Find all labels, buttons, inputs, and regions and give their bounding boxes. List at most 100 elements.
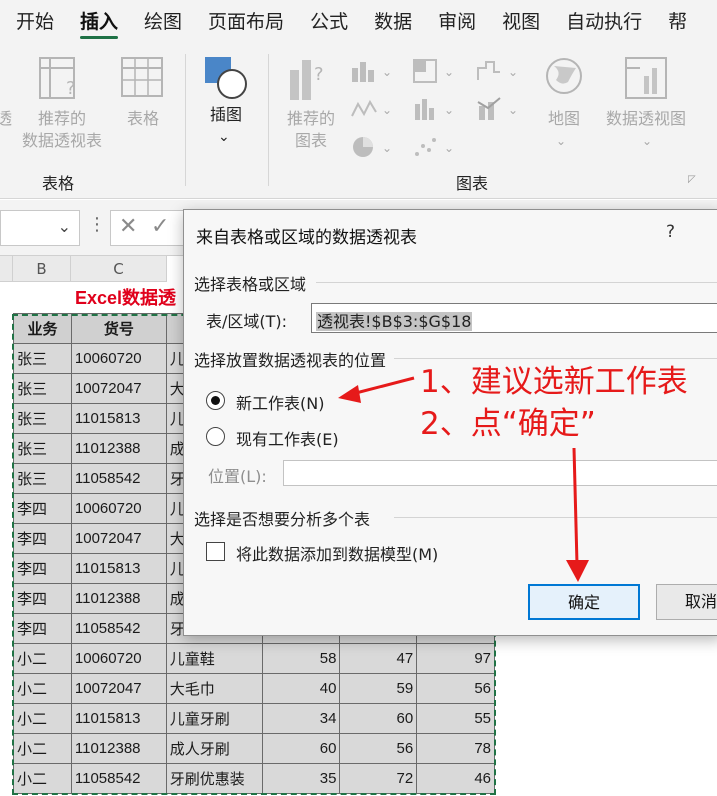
sheet-title: Excel数据透 [75,288,177,308]
excel-window: 开始 插入 绘图 页面布局 公式 数据 审阅 视图 自动执行 帮 透 ? 推荐的… [0,0,717,796]
table-cell[interactable]: 11012388 [70,433,167,464]
waterfall-chart-icon[interactable]: ⌄ [476,58,520,84]
table-cell[interactable]: 11058542 [70,463,167,494]
table-cell[interactable]: 大毛巾 [165,673,263,704]
table-cell[interactable]: 11015813 [70,403,167,434]
ok-button[interactable]: 确定 [528,584,640,620]
table-cell[interactable]: 58 [261,643,341,674]
table-cell[interactable]: 55 [416,703,495,734]
range-label: 表/区域(T): [206,312,288,331]
hierarchy-chart-icon[interactable]: ⌄ [412,58,456,84]
illustrations-button[interactable]: 插图 [200,104,252,126]
table-cell[interactable]: 97 [416,643,495,674]
table-cell[interactable]: 11012388 [70,733,167,764]
section-multi-label: 选择是否想要分析多个表 [194,510,371,529]
new-sheet-radio[interactable] [206,391,225,410]
table-cell[interactable]: 10072047 [70,673,167,704]
table-cell[interactable]: 成人牙刷 [165,733,263,764]
table-cell[interactable]: 11058542 [70,763,167,794]
line-chart-icon[interactable]: ⌄ [350,96,394,122]
enter-icon[interactable]: ✓ [151,214,169,239]
table-cell[interactable]: 78 [416,733,495,764]
table-cell[interactable]: 张三 [13,463,72,494]
pivot-chart-button[interactable]: 数据透视图 [598,108,694,130]
table-cell[interactable]: 10072047 [70,523,167,554]
help-button[interactable]: ? [666,222,675,242]
table-cell[interactable]: 小二 [13,703,72,734]
table-cell[interactable]: 小二 [13,643,72,674]
recommended-charts-button[interactable]: 推荐的 图表 [280,108,342,152]
tab-review[interactable]: 审阅 [438,0,476,44]
table-cell[interactable]: 11058542 [70,613,167,644]
table-cell[interactable]: 10072047 [70,373,167,404]
table-cell[interactable]: 张三 [13,433,72,464]
table-cell[interactable]: 张三 [13,403,72,434]
table-cell[interactable]: 儿童牙刷 [165,703,263,734]
table-cell[interactable]: 60 [339,703,418,734]
tab-help[interactable]: 帮 [668,0,687,44]
dialog-launcher-icon[interactable]: ◸ [688,174,696,185]
more-dots-icon[interactable]: ⋮ [88,214,106,235]
column-header-c[interactable]: C [71,256,167,282]
location-input[interactable] [283,460,717,486]
tab-automate[interactable]: 自动执行 [566,0,642,44]
table-cell[interactable]: 李四 [13,613,72,644]
statistic-chart-icon[interactable]: ⌄ [412,96,456,122]
table-cell[interactable]: 牙刷优惠装 [165,763,263,794]
scatter-chart-icon[interactable]: ⌄ [412,134,456,160]
data-model-label[interactable]: 将此数据添加到数据模型(M) [236,541,438,565]
table-cell[interactable]: 56 [416,673,495,704]
table-cell[interactable]: 10060720 [70,493,167,524]
table-cell[interactable]: 72 [339,763,418,794]
data-model-checkbox[interactable] [206,542,225,561]
table-cell[interactable]: 张三 [13,343,72,374]
column-header-b[interactable]: B [13,256,71,282]
table-cell[interactable]: 11015813 [70,703,167,734]
name-box[interactable]: ⌄ [0,210,80,246]
recommended-pivot-button[interactable]: 推荐的 数据透视表 [14,108,110,152]
table-cell[interactable]: 李四 [13,493,72,524]
tab-data[interactable]: 数据 [374,0,412,44]
tab-home[interactable]: 开始 [16,0,54,44]
tab-view[interactable]: 视图 [502,0,540,44]
table-cell[interactable]: 张三 [13,373,72,404]
table-cell[interactable]: 李四 [13,583,72,614]
maps-button[interactable]: 地图 [540,108,588,130]
table-cell[interactable]: 李四 [13,523,72,554]
tab-page-layout[interactable]: 页面布局 [208,0,284,44]
cancel-icon[interactable]: ✕ [119,214,137,239]
combo-chart-icon[interactable]: ⌄ [476,96,520,122]
range-input[interactable]: 透视表!$B$3:$G$18 [311,303,717,333]
column-chart-icon[interactable]: ⌄ [350,58,394,84]
table-cell[interactable]: 59 [339,673,418,704]
header-cell[interactable]: 货号 [70,313,167,344]
table-cell[interactable]: 47 [339,643,418,674]
table-cell[interactable]: 40 [261,673,341,704]
table-cell[interactable]: 35 [261,763,341,794]
table-cell[interactable]: 11015813 [70,553,167,584]
table-cell[interactable]: 10060720 [70,643,167,674]
table-cell[interactable]: 11012388 [70,583,167,614]
table-cell[interactable]: 李四 [13,553,72,584]
table-cell[interactable]: 小二 [13,763,72,794]
table-cell[interactable]: 46 [416,763,495,794]
table-cell[interactable]: 60 [261,733,341,764]
table-button[interactable]: 表格 [118,108,168,130]
group-tables-label: 表格 [42,174,75,193]
table-cell[interactable]: 小二 [13,733,72,764]
table-cell[interactable]: 儿童鞋 [165,643,263,674]
table-cell[interactable]: 56 [339,733,418,764]
table-cell[interactable]: 34 [261,703,341,734]
new-sheet-label[interactable]: 新工作表(N) [236,390,324,414]
existing-sheet-radio[interactable] [206,427,225,446]
table-cell[interactable]: 小二 [13,673,72,704]
tab-draw[interactable]: 绘图 [144,0,182,44]
pie-chart-icon[interactable]: ⌄ [350,134,394,160]
recommended-pivot-label2: 数据透视表 [21,131,102,150]
tab-insert[interactable]: 插入 [80,0,119,44]
table-cell[interactable]: 10060720 [70,343,167,374]
tab-formulas[interactable]: 公式 [310,0,348,44]
cancel-button[interactable]: 取消 [656,584,717,620]
existing-sheet-label[interactable]: 现有工作表(E) [236,426,339,450]
header-cell[interactable]: 业务 [13,313,72,344]
